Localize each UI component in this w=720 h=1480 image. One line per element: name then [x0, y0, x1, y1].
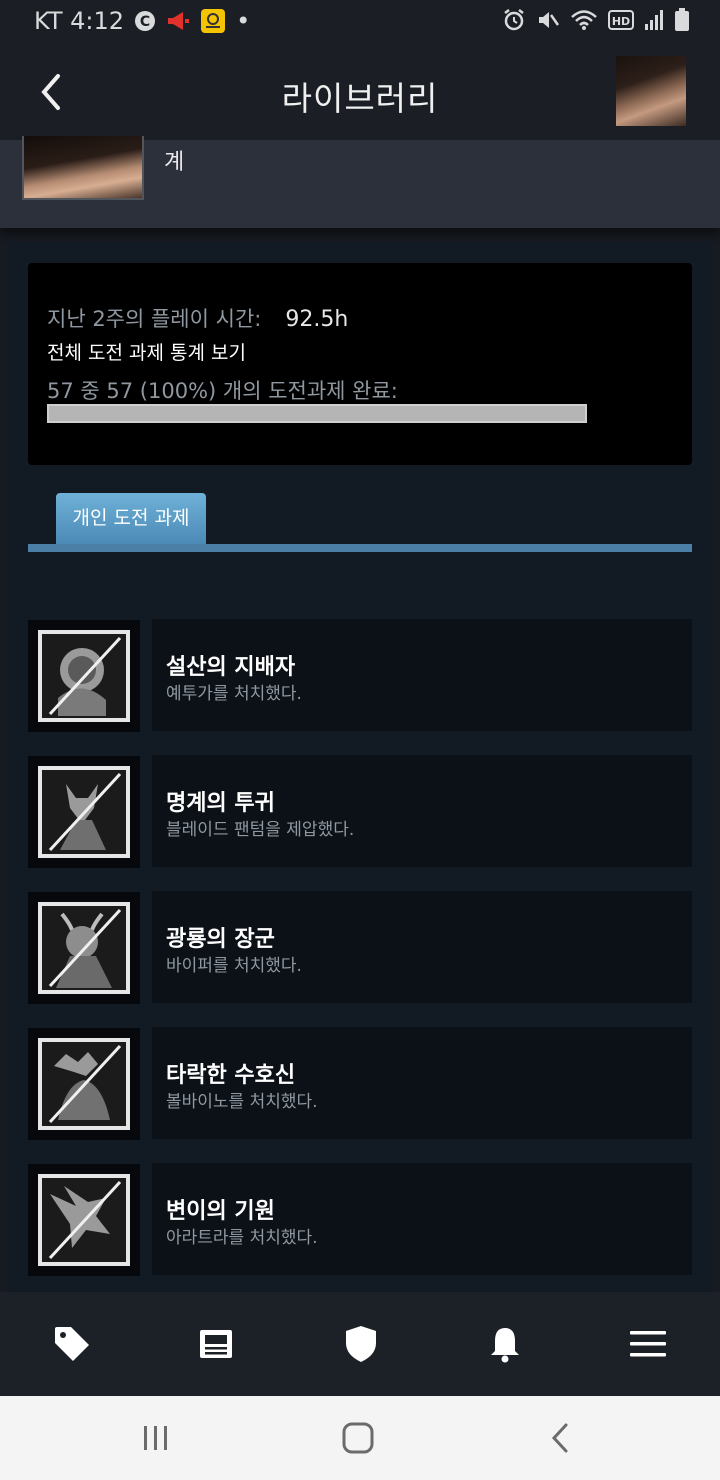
achievement-badge-icon: [28, 756, 140, 868]
user-avatar[interactable]: [616, 56, 686, 126]
tag-icon: [55, 1327, 89, 1361]
achievement-desc: 블레이드 팬텀을 제압했다.: [166, 820, 355, 840]
app-badge-icon: [200, 8, 226, 34]
progress-label: 57 중 57 (100%) 개의 도전과제 완료:: [47, 379, 398, 403]
achievement-body: 변이의 기원 아라트라를 처치했다.: [152, 1163, 692, 1275]
achievement-name: 명계의 투귀: [166, 791, 275, 816]
menu-tab[interactable]: [628, 1324, 668, 1364]
menu-icon: [630, 1331, 666, 1357]
stats-box: 지난 2주의 플레이 시간: 92.5h 전체 도전 과제 통계 보기 57 중 …: [28, 263, 692, 465]
status-bar: KT 4:12 C • HD: [0, 0, 720, 44]
wifi-icon: [570, 9, 598, 31]
svg-text:HD: HD: [612, 15, 630, 28]
battery-icon: [674, 8, 690, 32]
achievements-panel: 지난 2주의 플레이 시간: 92.5h 전체 도전 과제 통계 보기 57 중 …: [8, 242, 712, 1292]
news-icon: [200, 1330, 232, 1358]
achievement-badge-icon: [28, 892, 140, 1004]
progress-bar: [47, 404, 587, 423]
playtime-row: 지난 2주의 플레이 시간: 92.5h: [47, 303, 348, 333]
playtime-label: 지난 2주의 플레이 시간:: [47, 307, 262, 331]
achievement-badge-icon: [28, 1164, 140, 1276]
notifications-tab[interactable]: [485, 1324, 525, 1364]
profile-header: 계: [0, 136, 720, 228]
achievement-item[interactable]: 타락한 수호신 볼바이노를 처치했다.: [28, 1027, 692, 1140]
achievement-name: 광룡의 장군: [166, 927, 275, 952]
achievement-body: 타락한 수호신 볼바이노를 처치했다.: [152, 1027, 692, 1139]
recents-icon: [144, 1426, 167, 1450]
home-icon: [342, 1422, 374, 1454]
signal-icon: [644, 9, 664, 31]
achievement-desc: 바이퍼를 처치했다.: [166, 956, 302, 976]
achievement-body: 광룡의 장군 바이퍼를 처치했다.: [152, 891, 692, 1003]
progress-fill: [49, 406, 585, 421]
c-circle-icon: C: [134, 10, 156, 32]
achievement-body: 명계의 투귀 블레이드 팬텀을 제압했다.: [152, 755, 692, 867]
tab-personal-achievements[interactable]: 개인 도전 과제: [56, 493, 206, 544]
hd-icon: HD: [608, 10, 634, 30]
recents-button[interactable]: [136, 1420, 176, 1456]
achievement-desc: 볼바이노를 처치했다.: [166, 1092, 318, 1112]
system-back-button[interactable]: [540, 1420, 580, 1456]
achievement-body: 설산의 지배자 예투가를 처치했다.: [152, 619, 692, 731]
guard-tab[interactable]: [341, 1324, 381, 1364]
achievement-name: 타락한 수호신: [166, 1063, 296, 1088]
profile-name: 계: [164, 150, 185, 175]
status-dot: •: [236, 7, 251, 35]
news-tab[interactable]: [196, 1324, 236, 1364]
tab-underline: [28, 544, 692, 552]
achievement-badge-icon: [28, 1028, 140, 1140]
megaphone-icon: [166, 10, 190, 32]
achievement-item[interactable]: 변이의 기원 아라트라를 처치했다.: [28, 1163, 692, 1276]
view-all-stats-link[interactable]: 전체 도전 과제 통계 보기: [47, 338, 246, 365]
carrier-time: KT 4:12: [34, 7, 125, 35]
system-navigation: [0, 1396, 720, 1480]
page-title: 라이브러리: [281, 79, 439, 118]
store-tab[interactable]: [52, 1324, 92, 1364]
achievement-list: 설산의 지배자 예투가를 처치했다. 명계의 투귀 블레이드 팬텀을 제압했다.: [28, 619, 692, 1299]
achievement-badge-icon: [28, 620, 140, 732]
svg-text:C: C: [140, 14, 150, 30]
achievement-desc: 아라트라를 처치했다.: [166, 1228, 318, 1248]
profile-avatar: [22, 136, 144, 200]
mute-icon: [536, 8, 560, 32]
achievement-item[interactable]: 설산의 지배자 예투가를 처치했다.: [28, 619, 692, 732]
top-navigation: 라이브러리: [0, 44, 720, 140]
bottom-tab-bar: [0, 1292, 720, 1396]
achievement-name: 설산의 지배자: [166, 655, 296, 680]
achievement-item[interactable]: 명계의 투귀 블레이드 팬텀을 제압했다.: [28, 755, 692, 868]
shield-icon: [346, 1326, 376, 1362]
achievement-item[interactable]: 광룡의 장군 바이퍼를 처치했다.: [28, 891, 692, 1004]
home-button[interactable]: [338, 1420, 378, 1456]
bell-icon: [491, 1328, 519, 1363]
playtime-value: 92.5h: [285, 307, 349, 332]
back-icon: [551, 1423, 568, 1453]
achievement-desc: 예투가를 처치했다.: [166, 684, 302, 704]
achievement-name: 변이의 기원: [166, 1199, 275, 1224]
alarm-icon: [502, 8, 526, 32]
